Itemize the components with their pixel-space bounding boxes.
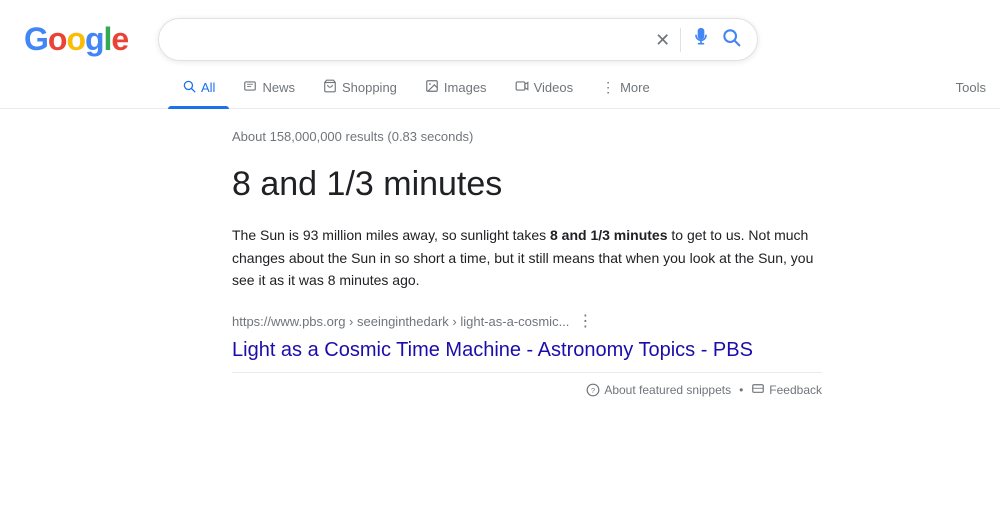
mic-svg xyxy=(691,27,711,47)
nav-item-all[interactable]: All xyxy=(168,67,229,108)
snippet-body: The Sun is 93 million miles away, so sun… xyxy=(232,224,822,291)
logo-letter-l: l xyxy=(104,21,112,58)
nav-label-news: News xyxy=(262,80,295,95)
more-nav-icon: ⋮ xyxy=(601,79,615,96)
logo-letter-o1: o xyxy=(48,21,67,58)
search-submit-icon[interactable] xyxy=(721,27,741,52)
footer-separator: • xyxy=(739,383,743,397)
shopping-nav-icon xyxy=(323,79,337,96)
snippet-body-prefix: The Sun is 93 million miles away, so sun… xyxy=(232,227,546,243)
results-count: About 158,000,000 results (0.83 seconds) xyxy=(232,129,1000,144)
logo-letter-g2: g xyxy=(85,21,104,58)
tools-label: Tools xyxy=(956,80,986,95)
nav-label-videos: Videos xyxy=(534,80,574,95)
snippet-source: https://www.pbs.org › seeinginthedark › … xyxy=(232,311,832,331)
nav-label-shopping: Shopping xyxy=(342,80,397,95)
feedback-label: Feedback xyxy=(769,383,822,397)
nav-item-shopping[interactable]: Shopping xyxy=(309,67,411,108)
search-icons: ✕ xyxy=(655,27,741,52)
logo-letter-o2: o xyxy=(66,21,85,58)
nav-label-more: More xyxy=(620,80,650,95)
snippet-more-icon[interactable]: ⋮ xyxy=(577,311,593,331)
search-svg xyxy=(721,27,741,47)
microphone-icon[interactable] xyxy=(691,27,711,52)
about-snippets-label: About featured snippets xyxy=(604,383,731,397)
images-nav-icon xyxy=(425,79,439,96)
videos-nav-icon xyxy=(515,79,529,96)
search-bar: how long does it take for light from the… xyxy=(158,18,758,61)
svg-text:?: ? xyxy=(591,386,595,395)
snippet-footer: ? About featured snippets • Feedback xyxy=(232,372,822,397)
nav-label-images: Images xyxy=(444,80,487,95)
news-nav-icon xyxy=(243,79,257,96)
search-input[interactable]: how long does it take for light from the… xyxy=(175,31,645,49)
snippet-answer: 8 and 1/3 minutes xyxy=(232,162,832,206)
nav-bar: All News Shopping xyxy=(0,67,1000,109)
feedback-button[interactable]: Feedback xyxy=(751,383,822,397)
clear-icon[interactable]: ✕ xyxy=(655,31,670,49)
feedback-icon xyxy=(751,383,765,397)
featured-snippet: 8 and 1/3 minutes The Sun is 93 million … xyxy=(232,162,832,397)
nav-item-news[interactable]: News xyxy=(229,67,309,108)
results-area: About 158,000,000 results (0.83 seconds)… xyxy=(0,109,1000,397)
snippet-bold-phrase: 8 and 1/3 minutes xyxy=(550,227,667,243)
search-divider xyxy=(680,28,681,52)
nav-item-more[interactable]: ⋮ More xyxy=(587,67,664,108)
about-snippets-button[interactable]: ? About featured snippets xyxy=(586,383,731,397)
nav-item-videos[interactable]: Videos xyxy=(501,67,588,108)
header: Google how long does it take for light f… xyxy=(0,0,1000,61)
nav-label-all: All xyxy=(201,80,215,95)
google-logo[interactable]: Google xyxy=(24,21,128,58)
snippet-source-url: https://www.pbs.org › seeinginthedark › … xyxy=(232,314,569,329)
tools-button[interactable]: Tools xyxy=(942,68,1000,107)
snippet-link[interactable]: Light as a Cosmic Time Machine - Astrono… xyxy=(232,339,832,362)
logo-letter-g: G xyxy=(24,21,48,58)
question-icon: ? xyxy=(586,383,600,397)
search-nav-icon xyxy=(182,79,196,96)
nav-item-images[interactable]: Images xyxy=(411,67,501,108)
logo-letter-e: e xyxy=(111,21,128,58)
